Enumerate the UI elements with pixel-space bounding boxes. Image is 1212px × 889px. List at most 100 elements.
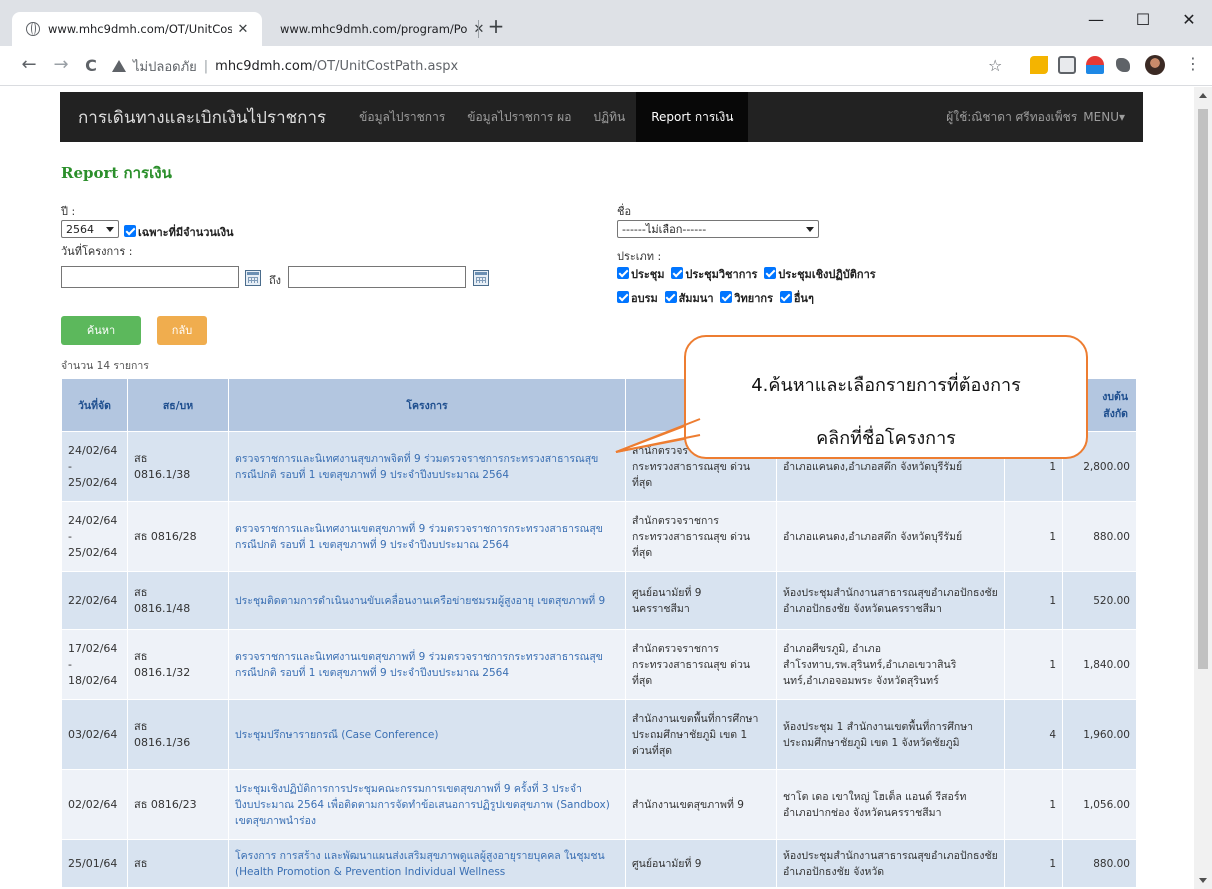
cell-project-link[interactable]: ประชุมปรึกษารายกรณี (Case Conference) <box>228 699 626 770</box>
cell-date: 25/01/64 <box>61 839 128 888</box>
cell-amount: 1,840.00 <box>1062 629 1137 700</box>
name-value: ------ไม่เลือก------ <box>622 223 707 236</box>
calendar-icon[interactable] <box>245 270 261 286</box>
chevron-down-icon <box>806 226 814 232</box>
date-from-input[interactable] <box>61 266 239 288</box>
avatar[interactable] <box>1145 55 1165 75</box>
type-checkbox-training[interactable]: อบรม <box>617 291 658 305</box>
col-header-date[interactable]: วันที่จัด <box>61 378 128 432</box>
back-button[interactable]: ← <box>18 54 40 75</box>
date-to-input[interactable] <box>288 266 466 288</box>
year-select[interactable]: 2564 <box>61 220 119 238</box>
checkbox-checked-icon <box>671 267 684 279</box>
cell-organizer: สำนักงานเขตสุขภาพที่ 9 <box>625 769 777 840</box>
nav-item-report-finance[interactable]: Report การเงิน <box>636 92 749 142</box>
cell-place: ชาโต เดอ เขาใหญ่ โฮเต็ล แอนด์ รีสอร์ท อำ… <box>776 769 1005 840</box>
cell-doc-number: สธ 0816.1/38 <box>127 431 229 502</box>
cell-doc-number: สธ 0816/23 <box>127 769 229 840</box>
money-only-label: เฉพาะที่มีจำนวนเงิน <box>138 226 234 239</box>
cell-project-link[interactable]: ตรวจราชการและนิเทศงานสุขภาพจิตที่ 9 ร่วม… <box>228 431 626 502</box>
type-checkbox-other[interactable]: อื่นๆ <box>779 291 814 305</box>
new-tab-button[interactable]: + <box>484 14 508 38</box>
name-select[interactable]: ------ไม่เลือก------ <box>617 220 819 238</box>
cell-organizer: ศูนย์อนามัยที่ 9 นครราชสีมา <box>625 571 777 630</box>
nav-menu-dropdown[interactable]: MENU▾ <box>1083 110 1125 124</box>
cell-place: อำเภอศีขรภูมิ, อำเภอสำโรงทาบ,รพ.สุรินทร์… <box>776 629 1005 700</box>
type-checkbox-workshop[interactable]: ประชุมเชิงปฏิบัติการ <box>764 267 876 281</box>
back-button-page[interactable]: กลับ <box>157 316 207 345</box>
type-label-workshop: ประชุมเชิงปฏิบัติการ <box>778 268 876 281</box>
scroll-thumb[interactable] <box>1198 109 1208 669</box>
forward-button[interactable]: → <box>50 54 72 75</box>
window-close-button[interactable]: ✕ <box>1166 6 1212 34</box>
cast-icon[interactable] <box>1058 56 1076 74</box>
name-label: ชื่อ <box>617 205 632 218</box>
checkbox-checked-icon <box>617 267 629 279</box>
cell-date: 24/02/64 - 25/02/64 <box>61 431 128 502</box>
cell-qty: 4 <box>1004 699 1063 770</box>
cell-project-link[interactable]: ตรวจราชการและนิเทศงานเขตสุขภาพที่ 9 ร่วม… <box>228 629 626 700</box>
cell-qty: 1 <box>1004 571 1063 630</box>
col-header-doc[interactable]: สธ/บห <box>127 378 229 432</box>
cell-project-link[interactable]: โครงการ การสร้าง และพัฒนาแผนส่งเสริมสุขภ… <box>228 839 626 888</box>
col-header-project[interactable]: โครงการ <box>228 378 626 432</box>
address-bar[interactable]: ไม่ปลอดภัย | mhc9dmh.com/OT/UnitCostPath… <box>112 51 1017 81</box>
puzzle-icon[interactable] <box>1116 58 1130 72</box>
year-label: ปี : <box>61 205 76 218</box>
nav-item-calendar[interactable]: ปฏิทิน <box>593 108 625 127</box>
browser-toolbar: ← → C ไม่ปลอดภัย | mhc9dmh.com/OT/UnitCo… <box>0 46 1212 86</box>
cell-amount: 880.00 <box>1062 501 1137 572</box>
warning-icon <box>112 60 126 72</box>
cell-date: 17/02/64 - 18/02/64 <box>61 629 128 700</box>
table-row: 02/02/64 สธ 0816/23 ประชุมเชิงปฏิบัติการกา… <box>61 769 1137 840</box>
year-value: 2564 <box>66 222 94 236</box>
project-date-label: วันที่โครงการ : <box>61 245 133 258</box>
money-only-checkbox[interactable]: เฉพาะที่มีจำนวนเงิน <box>124 223 234 241</box>
table-row: 24/02/64 - 25/02/64 สธ 0816/28 ตรวจราชการแ… <box>61 501 1137 572</box>
cell-amount: 1,960.00 <box>1062 699 1137 770</box>
type-checkbox-academic[interactable]: ประชุมวิชาการ <box>671 267 757 281</box>
type-checkbox-row-1: ประชุม ประชุมวิชาการ ประชุมเชิงปฏิบัติกา… <box>617 265 879 283</box>
cell-organizer: สำนักงานเขตพื้นที่การศึกษาประถมศึกษาชัยภ… <box>625 699 777 770</box>
browser-tab-inactive[interactable]: www.mhc9dmh.com/program/Po ✕ <box>266 12 498 46</box>
search-button[interactable]: ค้นหา <box>61 316 141 345</box>
type-checkbox-seminar[interactable]: สัมมนา <box>664 291 714 305</box>
checkbox-checked-icon <box>764 267 777 279</box>
type-label-other: อื่นๆ <box>793 292 814 305</box>
reload-button[interactable]: C <box>80 56 102 75</box>
maximize-button[interactable]: ☐ <box>1120 6 1166 34</box>
cell-doc-number: สธ 0816.1/48 <box>127 571 229 630</box>
chevron-down-icon <box>106 226 114 232</box>
nav-item-travel-info-director[interactable]: ข้อมูลไปราชการ ผอ <box>467 108 571 127</box>
nav-user: ผู้ใช้:ณิชาดา ศรีทองเพ็ชร <box>946 109 1078 124</box>
bookmark-star-icon[interactable]: ☆ <box>988 56 1002 75</box>
tab-close-icon[interactable]: ✕ <box>232 22 254 37</box>
calendar-icon[interactable] <box>473 270 489 286</box>
browser-tab-active[interactable]: www.mhc9dmh.com/OT/UnitCos ✕ <box>12 12 262 46</box>
cell-project-link[interactable]: ตรวจราชการและนิเทศงานเขตสุขภาพที่ 9 ร่วม… <box>228 501 626 572</box>
table-row: 22/02/64 สธ 0816.1/48 ประชุมติดตามการดำเนิ… <box>61 571 1137 630</box>
callout-text-line-2: คลิกที่ชื่อโครงการ <box>816 428 956 449</box>
minimize-button[interactable]: — <box>1073 6 1119 34</box>
cell-date: 24/02/64 - 25/02/64 <box>61 501 128 572</box>
callout-text-line-1: 4.ค้นหาและเลือกรายการที่ต้องการ <box>751 375 1021 396</box>
cell-date: 03/02/64 <box>61 699 128 770</box>
type-checkbox-meeting[interactable]: ประชุม <box>617 267 665 281</box>
cell-date: 22/02/64 <box>61 571 128 630</box>
scroll-up-arrow-icon[interactable] <box>1199 93 1207 98</box>
cell-place: ห้องประชุมสำนักงานสาธารณสุขอำเภอปักธงชัย… <box>776 571 1005 630</box>
page-title: Report การเงิน <box>61 164 172 182</box>
cell-amount: 880.00 <box>1062 839 1137 888</box>
extension-icon[interactable] <box>1030 56 1048 74</box>
vertical-scrollbar[interactable] <box>1194 87 1212 889</box>
cell-project-link[interactable]: ประชุมเชิงปฏิบัติการการประชุมคณะกรรมการเ… <box>228 769 626 840</box>
cell-project-link[interactable]: ประชุมติดตามการดำเนินงานขับเคลื่อนงานเคร… <box>228 571 626 630</box>
new-extension-icon[interactable] <box>1086 56 1104 74</box>
page-viewport: การเดินทางและเบิกเงินไปราชการ ข้อมูลไปรา… <box>0 87 1194 889</box>
scroll-down-arrow-icon[interactable] <box>1199 878 1207 883</box>
nav-item-travel-info[interactable]: ข้อมูลไปราชการ <box>359 108 445 127</box>
cell-doc-number: สธ <box>127 839 229 888</box>
type-checkbox-speaker[interactable]: วิทยากร <box>720 291 773 305</box>
brand[interactable]: การเดินทางและเบิกเงินไปราชการ <box>60 104 326 131</box>
browser-menu-icon[interactable]: ⋮ <box>1182 54 1204 73</box>
